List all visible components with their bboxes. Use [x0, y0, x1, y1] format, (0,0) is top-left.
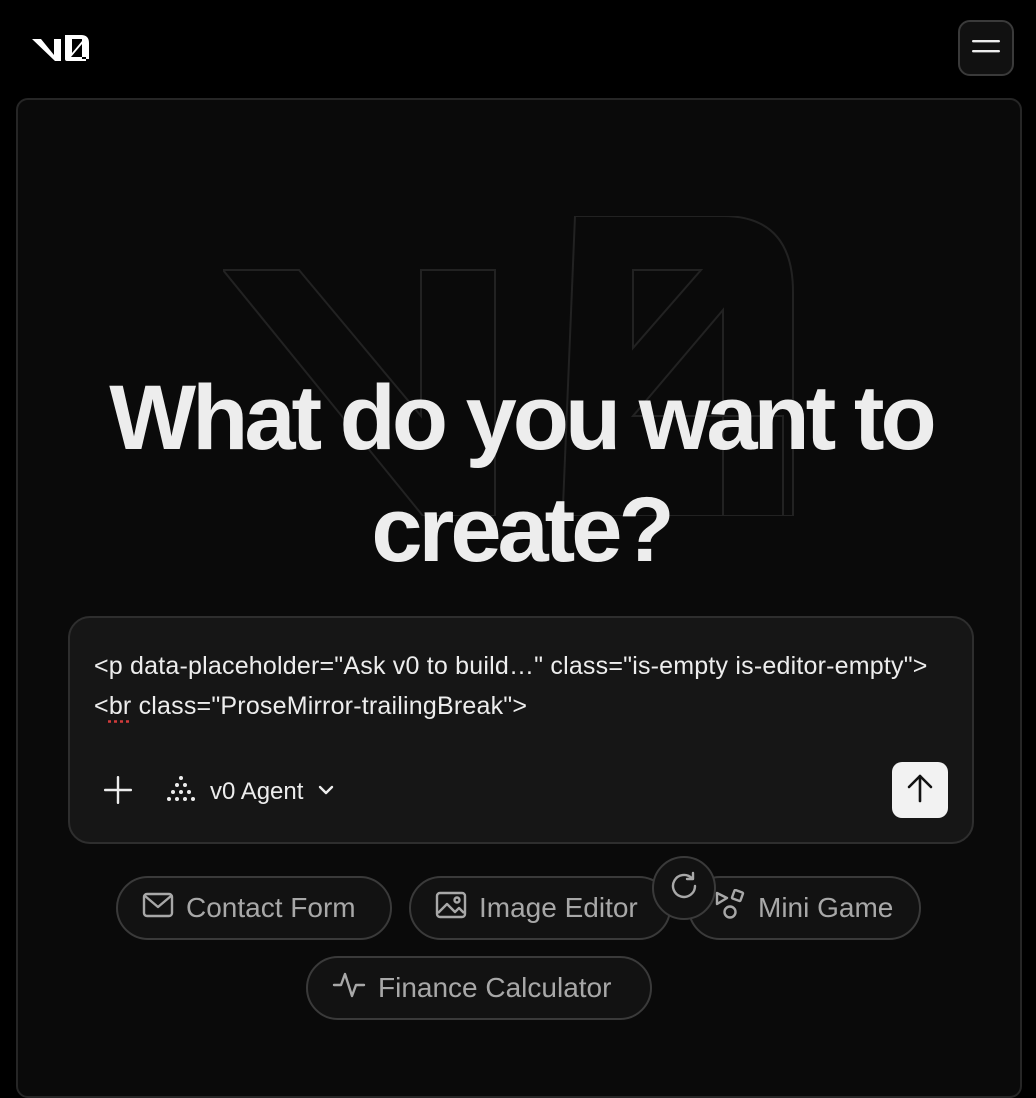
refresh-suggestions-button[interactable]: [652, 856, 716, 920]
menu-button[interactable]: [958, 20, 1014, 76]
image-icon: [435, 891, 467, 926]
prompt-box: <p data-placeholder="Ask v0 to build…" c…: [68, 616, 974, 844]
plus-icon: [103, 775, 133, 810]
prompt-text-misspelled: br: [108, 692, 132, 720]
refresh-icon: [668, 870, 700, 907]
suggestion-label: Mini Game: [758, 892, 894, 923]
activity-icon: [332, 971, 366, 1006]
suggestion-finance-calculator[interactable]: Finance Calculator: [306, 956, 652, 1020]
add-attachment-button[interactable]: [94, 768, 142, 816]
suggestion-contact-form[interactable]: Contact Form: [116, 876, 392, 940]
send-button[interactable]: [892, 762, 948, 818]
suggestion-mini-game[interactable]: Mini Game: [688, 876, 921, 940]
main-panel: What do you want to create? <p data-plac…: [16, 98, 1022, 1098]
dots-triangle-icon: [166, 775, 196, 810]
chevron-down-icon: [317, 778, 335, 806]
page-headline: What do you want to create?: [18, 362, 1020, 586]
agent-selector[interactable]: v0 Agent: [166, 768, 335, 816]
headline-line-1: What do you want to: [109, 367, 936, 469]
suggestion-label: Finance Calculator: [378, 972, 612, 1003]
top-bar: [0, 0, 1036, 98]
prompt-input[interactable]: <p data-placeholder="Ask v0 to build…" c…: [94, 646, 944, 726]
agent-label: v0 Agent: [210, 778, 304, 805]
suggestion-label: Contact Form: [186, 892, 356, 923]
mail-icon: [142, 891, 174, 926]
suggestion-label: Image Editor: [479, 892, 638, 923]
hamburger-menu-icon: [971, 36, 1001, 61]
headline-line-2: create?: [371, 479, 674, 581]
prompt-text-part-2: class="ProseMirror-trailingBreak">: [131, 692, 528, 720]
suggestion-image-editor[interactable]: Image Editor: [409, 876, 671, 940]
v0-logo[interactable]: [32, 33, 90, 63]
shapes-icon: [714, 888, 746, 928]
arrow-up-icon: [905, 772, 935, 809]
